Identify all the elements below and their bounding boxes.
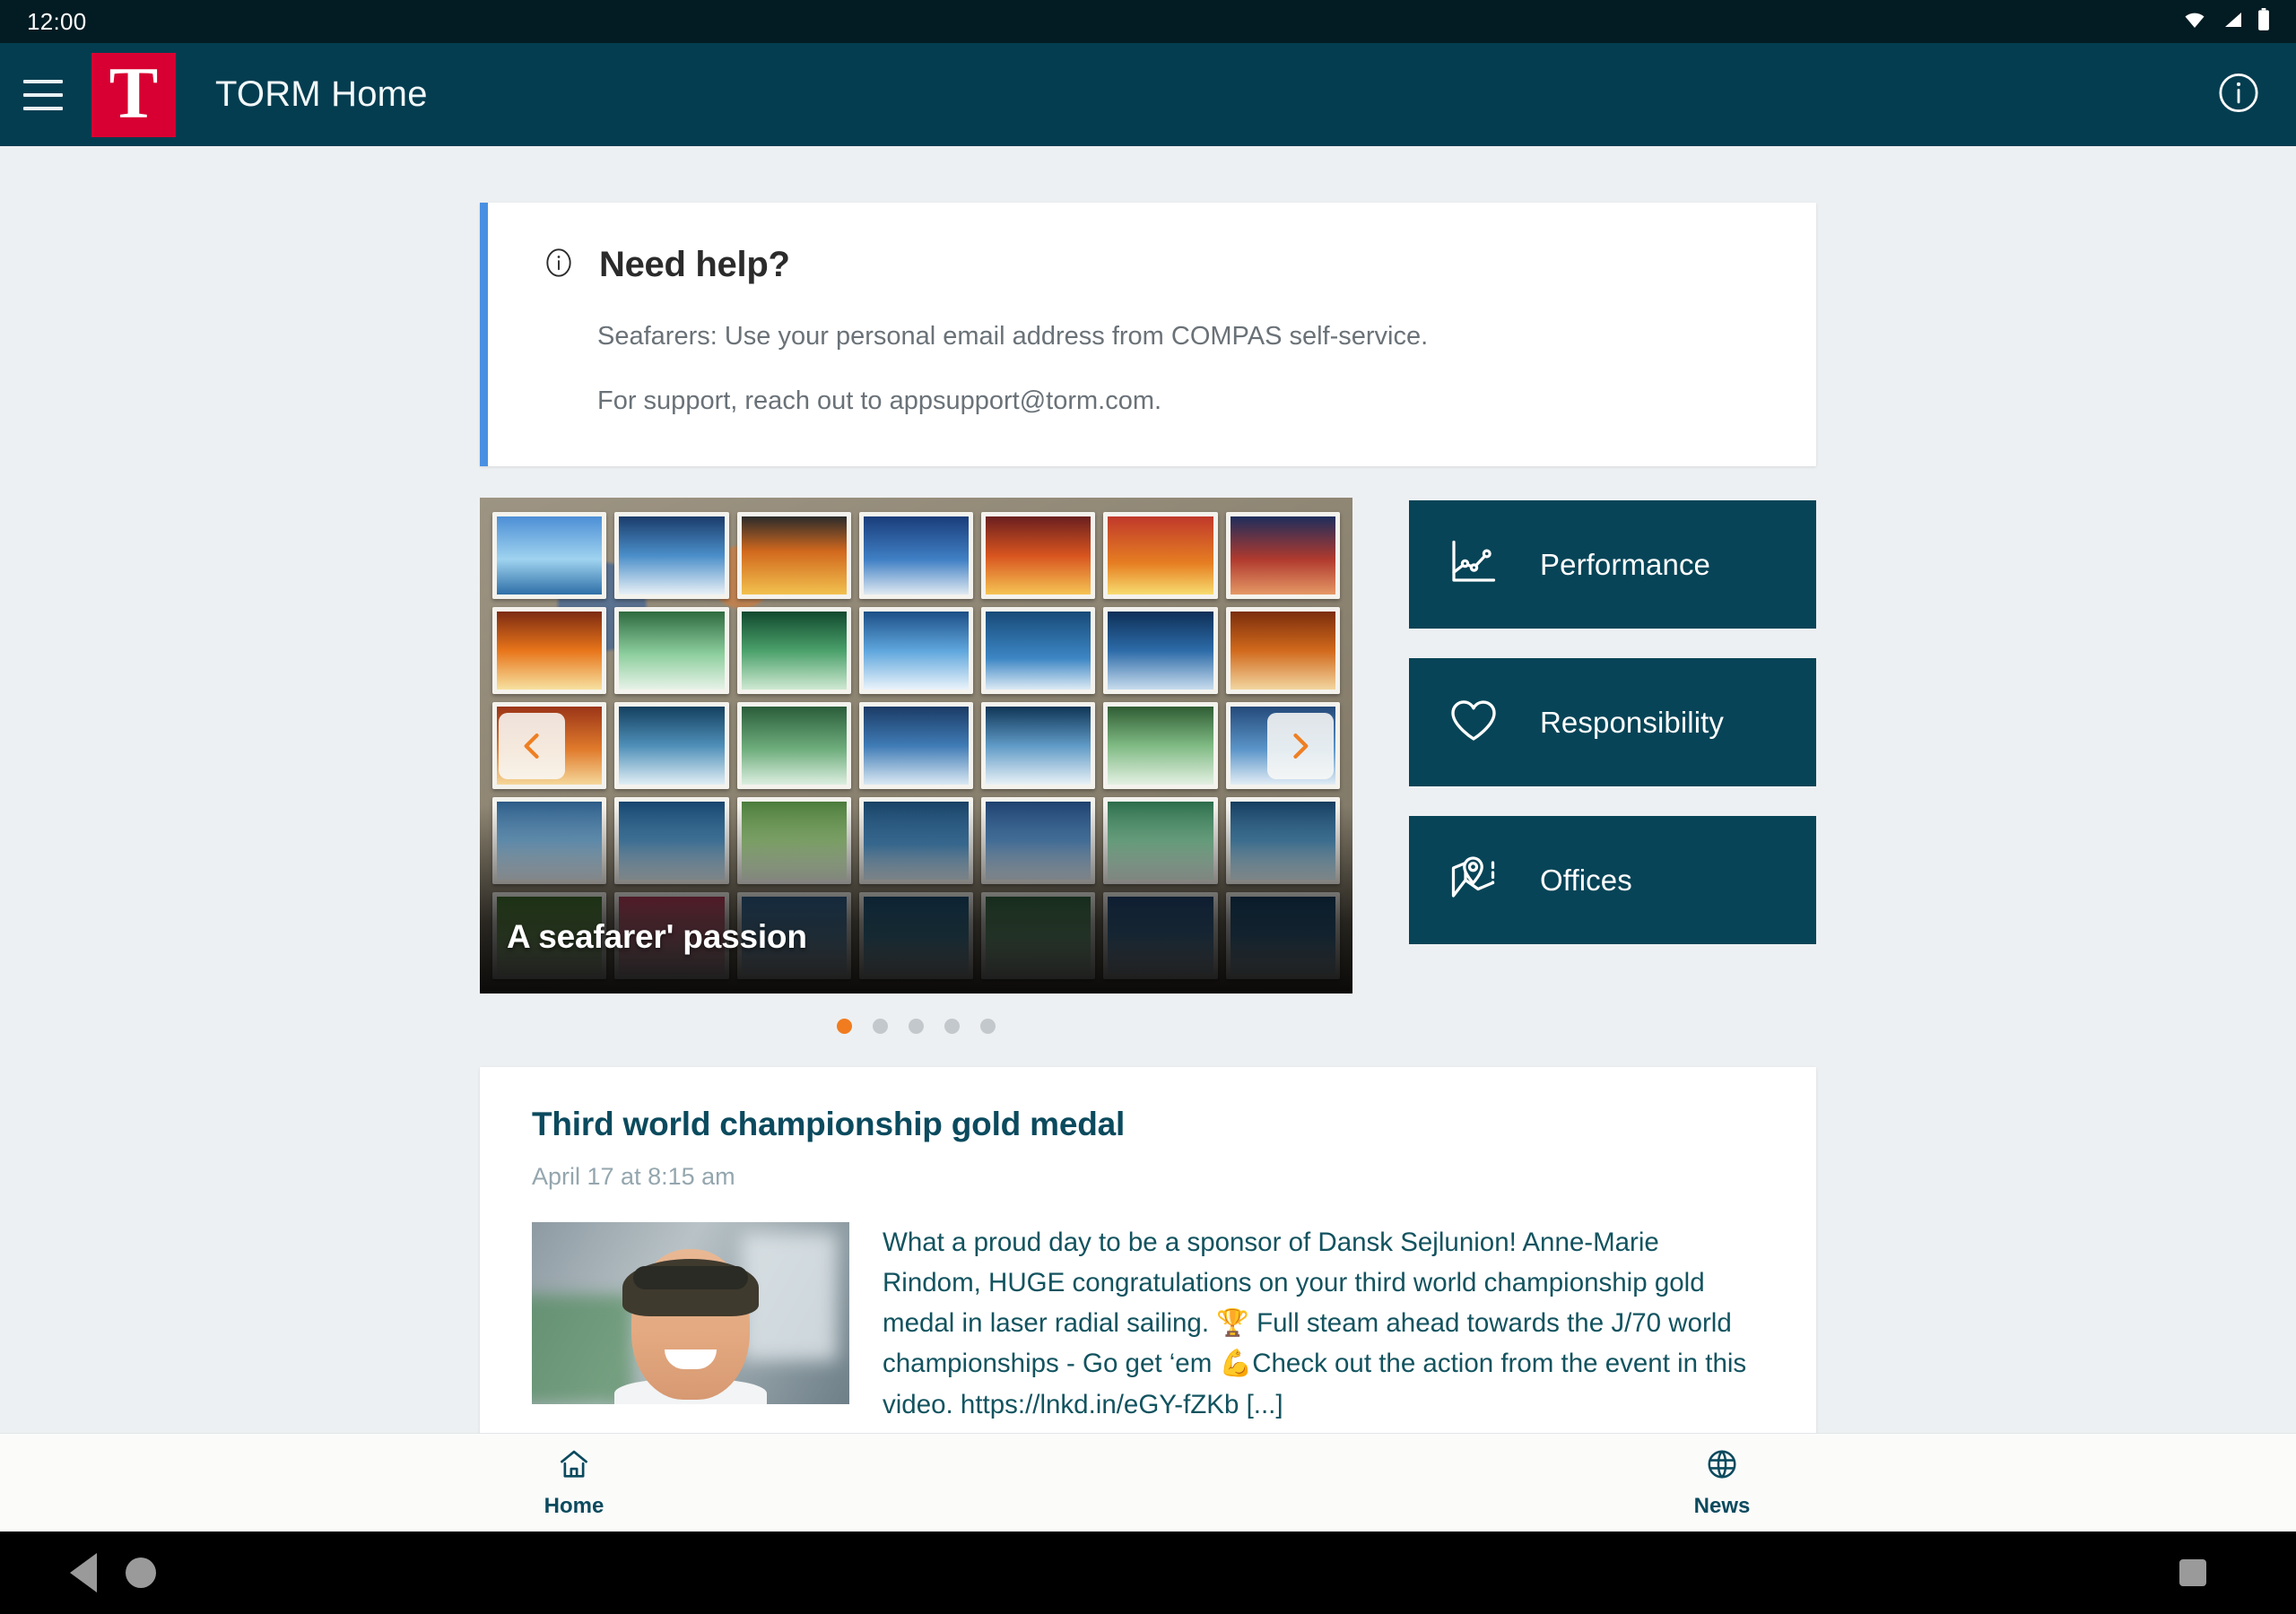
- tab-home[interactable]: Home: [0, 1434, 1148, 1532]
- news-date: April 17 at 8:15 am: [532, 1163, 735, 1191]
- carousel-dot-2[interactable]: [873, 1019, 888, 1035]
- status-bar: 12:00: [0, 0, 2296, 43]
- line-chart-icon: [1447, 535, 1500, 594]
- map-pin-icon: [1447, 851, 1500, 909]
- hamburger-menu-icon[interactable]: [0, 43, 86, 146]
- news-title: Third world championship gold medal: [532, 1106, 1126, 1143]
- carousel: A seafarer' passion: [480, 498, 1352, 1035]
- heart-icon: [1447, 693, 1500, 751]
- info-circle-icon: [542, 246, 576, 284]
- page-title: TORM Home: [215, 74, 428, 114]
- tab-label: News: [1693, 1493, 1751, 1518]
- logo-letter: T: [109, 51, 159, 134]
- chevron-left-icon[interactable]: [499, 712, 565, 779]
- tile-offices[interactable]: Offices: [1409, 816, 1816, 945]
- chevron-right-icon[interactable]: [1267, 712, 1334, 779]
- tile-responsibility[interactable]: Responsibility: [1409, 658, 1816, 787]
- signal-icon: [2221, 9, 2244, 35]
- news-body: What a proud day to be a sponsor of Dans…: [883, 1228, 1747, 1419]
- android-navigation-bar: [0, 1532, 2296, 1614]
- tile-performance[interactable]: Performance: [1409, 500, 1816, 629]
- wifi-icon: [2181, 9, 2208, 35]
- tile-label: Responsibility: [1540, 705, 1724, 739]
- help-card: Need help? Seafarers: Use your personal …: [480, 203, 1816, 467]
- bottom-tab-bar: Home News: [0, 1433, 2296, 1532]
- status-icons: [2181, 7, 2271, 36]
- info-circle-icon[interactable]: [2215, 69, 2262, 120]
- middle-row: A seafarer' passion Performance Responsi…: [480, 498, 1816, 1035]
- carousel-dot-3[interactable]: [909, 1019, 924, 1035]
- carousel-caption: A seafarer' passion: [507, 918, 807, 956]
- hamburger-line: [23, 106, 63, 110]
- help-card-header: Need help?: [542, 245, 1762, 285]
- triangle-back-icon[interactable]: [70, 1553, 97, 1592]
- carousel-dot-4[interactable]: [944, 1019, 960, 1035]
- torm-logo[interactable]: T: [91, 51, 176, 137]
- hamburger-line: [23, 92, 63, 97]
- help-card-title: Need help?: [599, 245, 790, 284]
- help-card-line-2: For support, reach out to appsupport@tor…: [597, 386, 1162, 416]
- status-clock: 12:00: [27, 7, 87, 35]
- tab-label: Home: [544, 1493, 604, 1518]
- quick-links: Performance Responsibility Offices: [1409, 498, 1816, 945]
- square-recents-icon[interactable]: [2179, 1559, 2206, 1586]
- circle-home-icon[interactable]: [126, 1558, 156, 1588]
- news-thumbnail: [532, 1222, 849, 1405]
- news-card[interactable]: Third world championship gold medal Apri…: [480, 1067, 1816, 1433]
- app-bar: T TORM Home: [0, 43, 2296, 146]
- globe-icon: [1705, 1447, 1739, 1486]
- hamburger-line: [23, 79, 63, 83]
- help-card-line-1: Seafarers: Use your personal email addre…: [597, 322, 1429, 351]
- page-container: Need help? Seafarers: Use your personal …: [480, 146, 1816, 1433]
- main-content: Need help? Seafarers: Use your personal …: [0, 146, 2296, 1433]
- carousel-dots: [480, 1019, 1352, 1035]
- tab-news[interactable]: News: [1148, 1434, 2296, 1532]
- house-icon: [557, 1447, 591, 1486]
- battery-icon: [2257, 7, 2271, 36]
- news-body-row: What a proud day to be a sponsor of Dans…: [507, 1222, 1764, 1425]
- carousel-caption-gradient: [480, 805, 1352, 994]
- carousel-frame[interactable]: A seafarer' passion: [480, 498, 1352, 994]
- tile-label: Performance: [1540, 547, 1711, 581]
- carousel-dot-5[interactable]: [980, 1019, 996, 1035]
- tile-label: Offices: [1540, 863, 1632, 897]
- carousel-dot-1[interactable]: [837, 1019, 852, 1035]
